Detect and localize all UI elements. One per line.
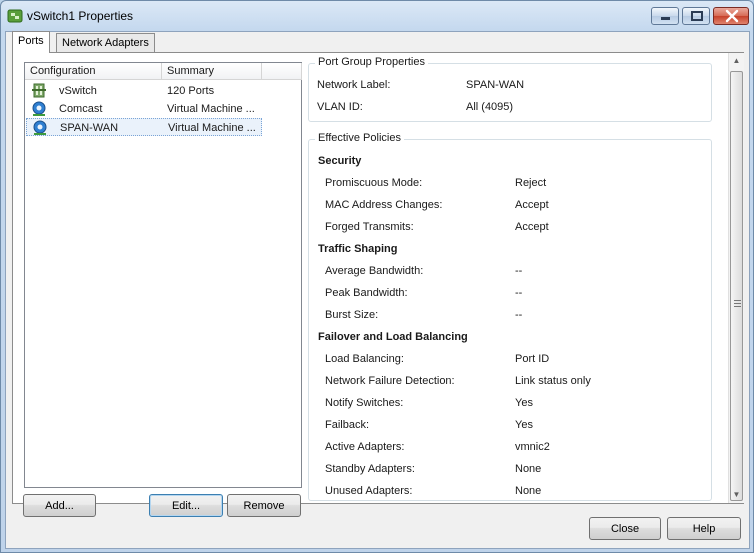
policy-label: Standby Adapters:: [325, 463, 415, 475]
network-label-label: Network Label:: [317, 79, 391, 91]
list-item-summary: Virtual Machine ...: [167, 103, 255, 115]
network-label-value: SPAN-WAN: [466, 79, 525, 91]
policy-label: Peak Bandwidth:: [325, 287, 408, 299]
close-window-button[interactable]: [713, 7, 749, 25]
policy-value: Link status only: [515, 375, 591, 387]
policy-value: --: [515, 287, 523, 299]
port-group-properties-group: Port Group Properties Network Label: SPA…: [308, 56, 712, 122]
group-legend: Effective Policies: [315, 132, 404, 144]
policy-label: Promiscuous Mode:: [325, 177, 423, 189]
policy-label: Failback:: [325, 419, 370, 431]
minimize-icon: [661, 17, 670, 20]
list-item-vswitch[interactable]: vSwitch 120 Ports: [25, 82, 301, 100]
policy-value: Reject: [515, 177, 547, 189]
tab-network-adapters[interactable]: Network Adapters: [56, 33, 155, 53]
close-button[interactable]: Close: [589, 517, 661, 540]
port-group-icon: [33, 120, 47, 135]
maximize-icon: [691, 11, 703, 21]
policy-value: Port ID: [515, 353, 550, 365]
vswitch-app-icon: [7, 9, 23, 23]
vlan-id-value: All (4095): [466, 101, 514, 113]
list-header: Configuration Summary: [25, 63, 302, 80]
column-header-summary[interactable]: Summary: [162, 63, 262, 80]
vertical-scrollbar[interactable]: ▲ ▼: [728, 53, 744, 503]
scroll-down-icon[interactable]: ▼: [729, 487, 744, 503]
title-bar[interactable]: vSwitch1 Properties: [1, 1, 753, 31]
group-legend: Port Group Properties: [315, 56, 428, 68]
add-button[interactable]: Add...: [23, 494, 96, 517]
policy-value: Yes: [515, 419, 533, 431]
policy-label: Active Adapters:: [325, 441, 405, 453]
port-configuration-list[interactable]: Configuration Summary vSwitch 120 Ports: [24, 62, 302, 488]
help-button[interactable]: Help: [667, 517, 741, 540]
policy-value: Accept: [515, 199, 549, 211]
section-title-failover: Failover and Load Balancing: [318, 331, 468, 343]
column-header-filler: [262, 63, 302, 80]
policy-value: --: [515, 309, 523, 321]
vlan-id-label: VLAN ID:: [317, 101, 363, 113]
tab-ports[interactable]: Ports: [12, 31, 50, 53]
policy-label: Notify Switches:: [325, 397, 404, 409]
policy-label: Network Failure Detection:: [325, 375, 455, 387]
window-title: vSwitch1 Properties: [27, 9, 134, 23]
policy-label: Load Balancing:: [325, 353, 404, 365]
close-icon: [725, 9, 739, 23]
list-item-name: SPAN-WAN: [60, 122, 119, 134]
remove-button[interactable]: Remove: [227, 494, 301, 517]
list-item-span-wan[interactable]: SPAN-WAN Virtual Machine ...: [26, 118, 262, 136]
policy-value: None: [515, 463, 542, 475]
policy-label: Average Bandwidth:: [325, 265, 424, 277]
list-item-summary: Virtual Machine ...: [168, 122, 256, 134]
dialog-body: Ports Network Adapters Configuration Sum…: [5, 31, 750, 549]
scroll-up-icon[interactable]: ▲: [729, 53, 744, 69]
policy-value: Accept: [515, 221, 549, 233]
vswitch-icon: [32, 83, 46, 98]
effective-policies-group: Effective Policies Security Promiscuous …: [308, 132, 712, 501]
scroll-grip-icon: [734, 300, 741, 307]
port-group-icon: [32, 101, 46, 116]
policy-value: vmnic2: [515, 441, 550, 453]
maximize-button[interactable]: [682, 7, 710, 25]
ports-tab-panel: Configuration Summary vSwitch 120 Ports: [12, 52, 744, 517]
section-title-traffic-shaping: Traffic Shaping: [318, 243, 398, 255]
policy-label: Forged Transmits:: [325, 221, 414, 233]
policy-value: Yes: [515, 397, 533, 409]
properties-window: vSwitch1 Properties Ports Network Adapte…: [0, 0, 754, 553]
list-item-name: vSwitch: [59, 85, 97, 97]
list-item-name: Comcast: [59, 103, 103, 115]
list-item-comcast[interactable]: Comcast Virtual Machine ...: [25, 100, 301, 118]
scroll-thumb[interactable]: [730, 71, 743, 501]
section-title-security: Security: [318, 155, 362, 167]
policy-label: Unused Adapters:: [325, 485, 413, 497]
policy-value: --: [515, 265, 523, 277]
column-header-configuration[interactable]: Configuration: [25, 63, 162, 80]
list-item-summary: 120 Ports: [167, 85, 215, 97]
policy-label: MAC Address Changes:: [325, 199, 443, 211]
edit-button[interactable]: Edit...: [149, 494, 223, 517]
policy-value: None: [515, 485, 542, 497]
minimize-button[interactable]: [651, 7, 679, 25]
policy-label: Burst Size:: [325, 309, 379, 321]
